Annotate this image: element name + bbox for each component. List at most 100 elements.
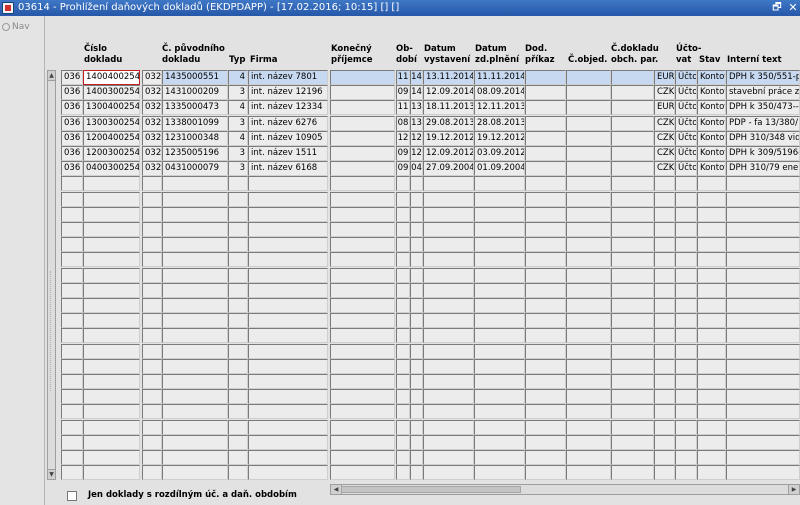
cell-ob2[interactable]: 04 xyxy=(410,161,423,177)
cell-vystaveni[interactable] xyxy=(423,176,474,192)
cell-dod[interactable] xyxy=(525,282,566,298)
cell-vystaveni[interactable] xyxy=(423,252,474,268)
cell-puv[interactable]: 0431000079 xyxy=(162,161,228,177)
cell-dod[interactable] xyxy=(525,85,566,101)
cell-prijemce[interactable] xyxy=(330,389,395,405)
cell-prijemce[interactable] xyxy=(330,85,395,101)
cell-typ[interactable]: 4 xyxy=(228,100,248,116)
cell-plneni[interactable] xyxy=(474,222,525,237)
cell-plneni[interactable] xyxy=(474,282,525,298)
horizontal-scrollbar[interactable]: ◀ ▶ xyxy=(330,484,800,495)
cell-ob2[interactable] xyxy=(410,237,423,253)
cell-ob1[interactable] xyxy=(396,404,410,420)
cell-prefix[interactable] xyxy=(61,206,83,222)
cell-prefix[interactable] xyxy=(61,374,83,389)
cell-typ[interactable]: 3 xyxy=(228,115,248,131)
cell-cislo[interactable] xyxy=(83,298,140,313)
cell-stav[interactable]: Kontov xyxy=(697,115,726,131)
cell-typ[interactable] xyxy=(228,176,248,192)
cell-obch[interactable] xyxy=(611,237,654,253)
cell-puv[interactable] xyxy=(162,298,228,313)
cell-puv[interactable] xyxy=(162,404,228,420)
cell-obch[interactable] xyxy=(611,343,654,359)
cell-obch[interactable] xyxy=(611,389,654,405)
cell-prijemce[interactable] xyxy=(330,434,395,450)
cell-prijemce[interactable] xyxy=(330,115,395,131)
scroll-up-icon[interactable]: ▲ xyxy=(48,71,55,81)
cell-uctovat[interactable]: Účto xyxy=(675,100,697,116)
cell-ob1[interactable] xyxy=(396,434,410,450)
cell-stav[interactable] xyxy=(697,237,726,253)
cell-uctovat[interactable] xyxy=(675,343,697,359)
cell-uctovat[interactable] xyxy=(675,389,697,405)
cell-prijemce[interactable] xyxy=(330,374,395,389)
restore-window-button[interactable]: 🗗 xyxy=(770,0,784,16)
cell-stav[interactable]: Kontov xyxy=(697,70,726,85)
cell-prijemce[interactable] xyxy=(330,161,395,177)
cell-puv-prefix[interactable]: 032 xyxy=(142,70,162,85)
cell-puv[interactable] xyxy=(162,176,228,192)
cell-puv[interactable] xyxy=(162,313,228,329)
cell-dod[interactable] xyxy=(525,343,566,359)
cell-text[interactable] xyxy=(726,222,800,237)
cell-mena[interactable] xyxy=(654,389,675,405)
column-header-c-objed[interactable]: Č.objed. xyxy=(568,44,607,66)
cell-ob2[interactable] xyxy=(410,374,423,389)
cell-cislo[interactable]: 1400300254 xyxy=(83,85,140,101)
cell-prefix[interactable] xyxy=(61,222,83,237)
cell-objed[interactable] xyxy=(566,176,611,192)
cell-ob2[interactable] xyxy=(410,313,423,329)
cell-firma[interactable]: int. název 10905 xyxy=(248,130,328,146)
column-header-c-dokladu-obch[interactable]: Č.dokladu obch. par. xyxy=(611,44,659,66)
cell-prijemce[interactable] xyxy=(330,146,395,161)
cell-plneni[interactable] xyxy=(474,389,525,405)
cell-vystaveni[interactable] xyxy=(423,313,474,329)
cell-mena[interactable]: CZK xyxy=(654,130,675,146)
cell-uctovat[interactable]: Účto xyxy=(675,115,697,131)
cell-prijemce[interactable] xyxy=(330,130,395,146)
cell-objed[interactable] xyxy=(566,328,611,344)
close-window-button[interactable]: ✕ xyxy=(786,0,800,16)
cell-plneni[interactable] xyxy=(474,191,525,207)
cell-dod[interactable] xyxy=(525,328,566,344)
cell-puv[interactable]: 1231000348 xyxy=(162,130,228,146)
cell-objed[interactable] xyxy=(566,146,611,161)
cell-objed[interactable] xyxy=(566,343,611,359)
cell-stav[interactable] xyxy=(697,191,726,207)
cell-dod[interactable] xyxy=(525,465,566,481)
cell-prefix[interactable] xyxy=(61,465,83,481)
cell-ob1[interactable] xyxy=(396,313,410,329)
cell-stav[interactable] xyxy=(697,176,726,192)
cell-prefix[interactable] xyxy=(61,176,83,192)
cell-prijemce[interactable] xyxy=(330,100,395,116)
cell-uctovat[interactable] xyxy=(675,298,697,313)
cell-plneni[interactable] xyxy=(474,343,525,359)
cell-stav[interactable] xyxy=(697,343,726,359)
cell-uctovat[interactable] xyxy=(675,267,697,283)
cell-text[interactable] xyxy=(726,191,800,207)
cell-puv-prefix[interactable] xyxy=(142,282,162,298)
cell-uctovat[interactable] xyxy=(675,206,697,222)
cell-prefix[interactable]: 036 xyxy=(61,130,83,146)
cell-prefix[interactable] xyxy=(61,313,83,329)
cell-vystaveni[interactable] xyxy=(423,191,474,207)
cell-stav[interactable] xyxy=(697,206,726,222)
cell-ob1[interactable] xyxy=(396,465,410,481)
cell-firma[interactable] xyxy=(248,404,328,420)
cell-ob1[interactable] xyxy=(396,282,410,298)
cell-text[interactable]: DPH k 350/551-poj xyxy=(726,70,800,85)
cell-text[interactable]: DPH 310/79 energ. xyxy=(726,161,800,177)
cell-dod[interactable] xyxy=(525,100,566,116)
cell-prijemce[interactable] xyxy=(330,404,395,420)
cell-cislo[interactable]: 1400400254 xyxy=(83,70,140,85)
cell-puv-prefix[interactable] xyxy=(142,358,162,374)
scroll-track[interactable] xyxy=(50,271,54,391)
cell-prefix[interactable] xyxy=(61,450,83,465)
cell-ob2[interactable] xyxy=(410,252,423,268)
cell-text[interactable] xyxy=(726,374,800,389)
cell-mena[interactable] xyxy=(654,237,675,253)
cell-prijemce[interactable] xyxy=(330,176,395,192)
cell-puv-prefix[interactable] xyxy=(142,252,162,268)
cell-ob2[interactable] xyxy=(410,419,423,435)
cell-ob1[interactable] xyxy=(396,419,410,435)
